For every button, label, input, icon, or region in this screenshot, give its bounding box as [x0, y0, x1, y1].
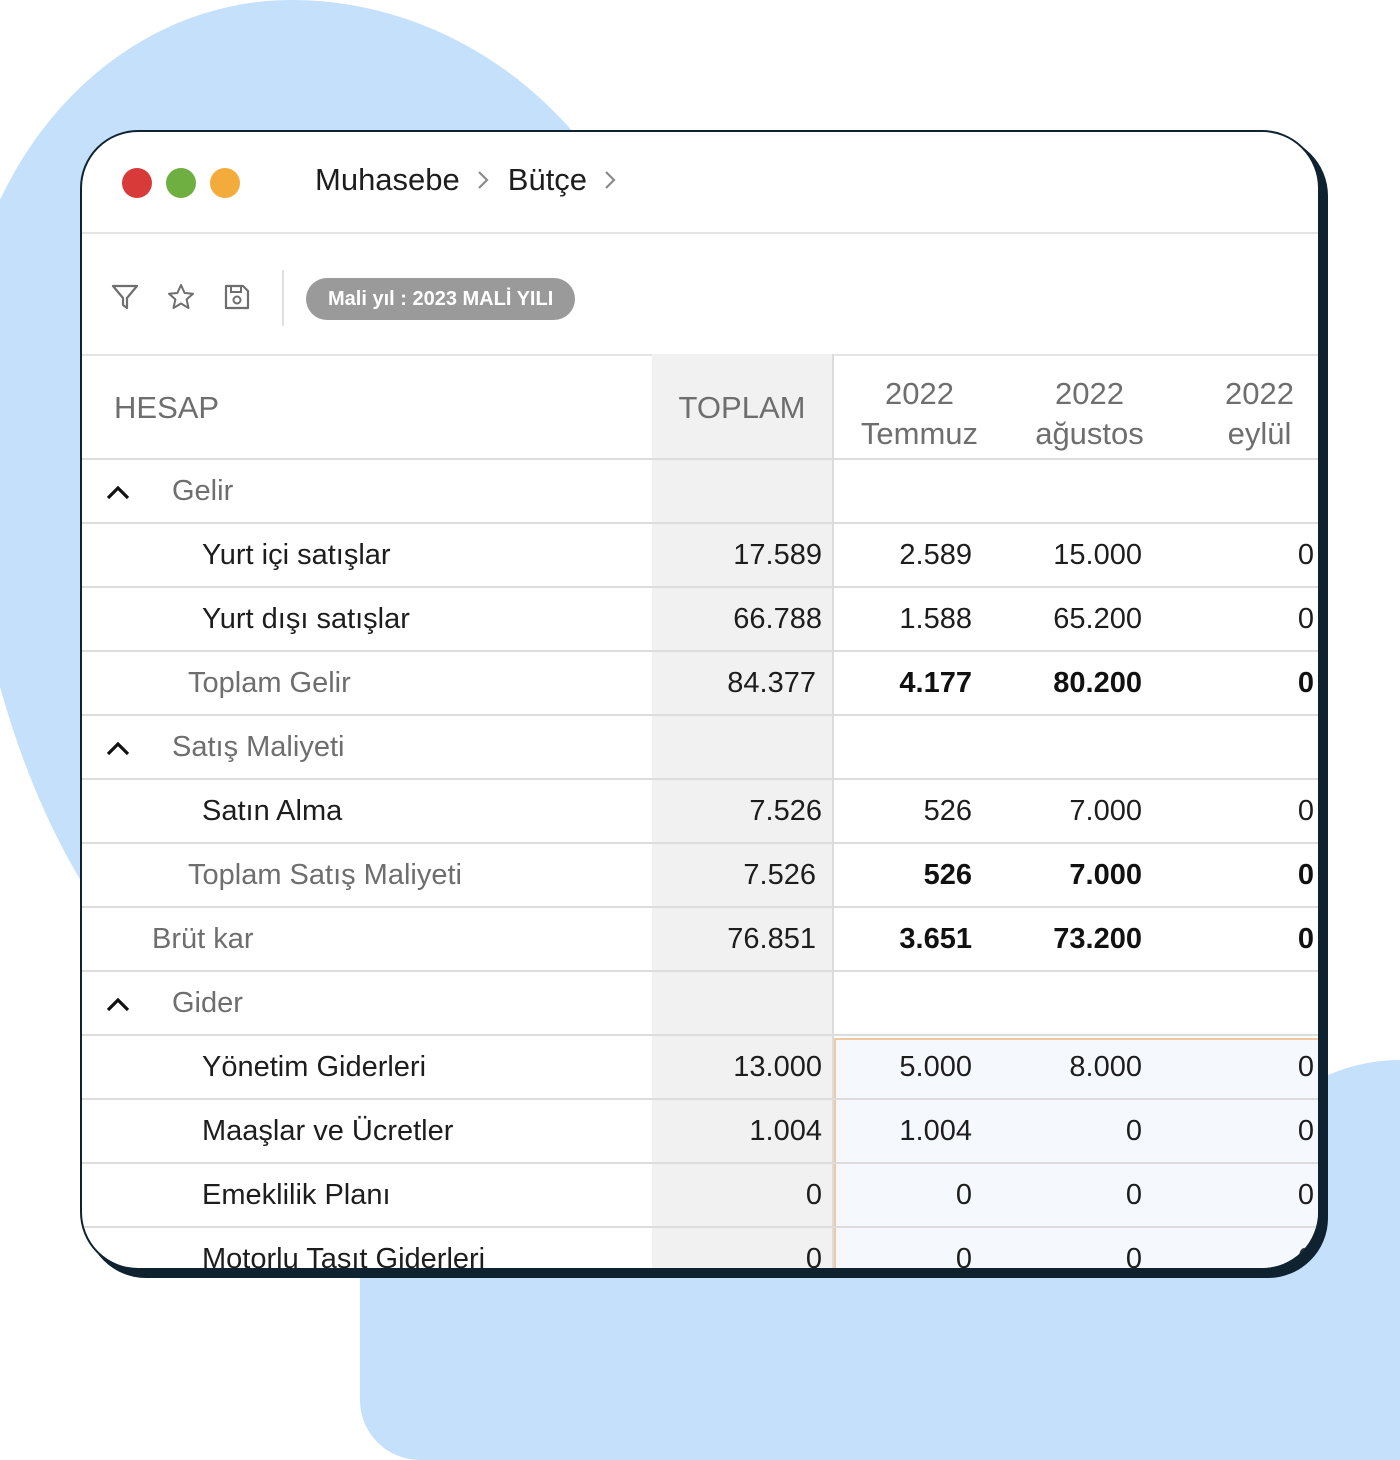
row-label: Gelir [172, 475, 234, 507]
budget-cell[interactable]: 0 [1012, 1114, 1142, 1148]
budget-cell[interactable]: 0 [1182, 1050, 1314, 1084]
budget-cell[interactable]: 0 [1182, 538, 1314, 572]
total-cell: 84.377 [727, 667, 816, 699]
budget-cell[interactable]: 0 [1182, 1242, 1314, 1268]
chevron-up-icon[interactable] [104, 480, 132, 504]
total-cell: 66.788 [733, 603, 822, 635]
total-cell: 0 [805, 1179, 822, 1211]
budget-cell[interactable]: 0 [1182, 1178, 1314, 1212]
column-header-account[interactable]: HESAP [114, 388, 219, 428]
group-row-gider[interactable]: Gider [82, 972, 1318, 1036]
budget-cell[interactable]: 0 [1012, 1178, 1142, 1212]
chevron-up-icon[interactable] [104, 992, 132, 1016]
row-label: Gider [172, 987, 243, 1019]
breadcrumb-item-muhasebe[interactable]: Muhasebe [315, 162, 460, 198]
row-label: Toplam Satış Maliyeti [188, 859, 462, 891]
row-label: Emeklilik Planı [202, 1179, 391, 1211]
toolbar: Mali yıl : 2023 MALİ YILI [82, 234, 1318, 356]
total-cell: 7.526 [749, 795, 822, 827]
toolbar-divider [282, 270, 284, 326]
group-row-satis-maliyeti[interactable]: Satış Maliyeti [82, 716, 1318, 780]
maximize-window-button[interactable] [166, 168, 196, 198]
column-header-month-name: Temmuz [860, 416, 979, 451]
table-row: Maaşlar ve Ücretler 1.004 1.004 0 0 [82, 1100, 1318, 1164]
star-icon[interactable] [166, 282, 196, 312]
row-label: Toplam Gelir [188, 667, 351, 699]
budget-cell[interactable]: 0 [842, 1178, 972, 1212]
gross-profit-row: Brüt kar 76.851 3.651 73.200 0 [82, 908, 1318, 972]
subtotal-cell: 0 [1297, 859, 1314, 891]
row-label: Maaşlar ve Ücretler [202, 1115, 454, 1147]
table-row: Motorlu Taşıt Giderleri 0 0 0 0 [82, 1228, 1318, 1270]
column-header-month-name: eylül [1227, 416, 1292, 451]
table-row: Yurt dışı satışlar 66.788 1.588 65.200 0 [82, 588, 1318, 652]
column-header-month[interactable]: 2022 Temmuz [852, 374, 987, 454]
breadcrumb-item-butce[interactable]: Bütçe [508, 162, 587, 198]
column-header-month[interactable]: 2022 eylül [1192, 374, 1318, 454]
subtotal-cell: 0 [1297, 667, 1314, 699]
total-cell: 7.526 [743, 859, 816, 891]
row-label: Brüt kar [152, 923, 254, 955]
close-window-button[interactable] [122, 168, 152, 198]
row-label: Satış Maliyeti [172, 731, 345, 763]
column-header-month[interactable]: 2022 ağustos [1022, 374, 1157, 454]
table-row: Satın Alma 7.526 526 7.000 0 [82, 780, 1318, 844]
subtotal-cell: 3.651 [899, 923, 972, 955]
row-label: Motorlu Taşıt Giderleri [202, 1243, 486, 1270]
subtotal-cell: 526 [923, 859, 972, 891]
title-bar: Muhasebe Bütçe [82, 132, 1318, 234]
table-row: Yönetim Giderleri 13.000 5.000 8.000 0 [82, 1036, 1318, 1100]
table-header: HESAP TOPLAM 2022 Temmuz 2022 ağustos 20… [82, 354, 1318, 460]
budget-cell[interactable]: 2.589 [842, 538, 972, 572]
subtotal-cell: 4.177 [899, 667, 972, 699]
chevron-right-icon [605, 171, 616, 189]
budget-cell[interactable]: 15.000 [1012, 538, 1142, 572]
budget-cell[interactable]: 526 [842, 794, 972, 828]
breadcrumb: Muhasebe Bütçe [315, 162, 635, 198]
subtotal-row: Toplam Gelir 84.377 4.177 80.200 0 [82, 652, 1318, 716]
chevron-up-icon[interactable] [104, 736, 132, 760]
table-row: Yurt içi satışlar 17.589 2.589 15.000 0 [82, 524, 1318, 588]
total-cell: 17.589 [733, 539, 822, 571]
minimize-window-button[interactable] [210, 168, 240, 198]
budget-cell[interactable]: 8.000 [1012, 1050, 1142, 1084]
row-label: Yurt içi satışlar [202, 539, 391, 571]
total-cell: 0 [805, 1243, 822, 1270]
budget-cell[interactable]: 65.200 [1012, 602, 1142, 636]
total-cell: 76.851 [727, 923, 816, 955]
budget-cell[interactable]: 0 [1182, 1114, 1314, 1148]
subtotal-cell: 0 [1297, 923, 1314, 955]
row-label: Satın Alma [202, 795, 343, 827]
column-header-month-name: ağustos [1035, 416, 1144, 451]
row-label: Yönetim Giderleri [202, 1051, 427, 1083]
subtotal-cell: 80.200 [1053, 667, 1142, 699]
budget-cell[interactable]: 1.004 [842, 1114, 972, 1148]
subtotal-cell: 73.200 [1053, 923, 1142, 955]
app-window: Muhasebe Bütçe Mali yıl : 2023 MALİ YILI… [80, 130, 1320, 1270]
budget-cell[interactable]: 0 [842, 1242, 972, 1268]
subtotal-cell: 7.000 [1069, 859, 1142, 891]
group-row-gelir[interactable]: Gelir [82, 460, 1318, 524]
column-header-year: 2022 [1055, 376, 1124, 411]
column-header-year: 2022 [1225, 376, 1294, 411]
total-cell: 13.000 [733, 1051, 822, 1083]
filter-icon[interactable] [110, 282, 140, 312]
budget-cell[interactable]: 5.000 [842, 1050, 972, 1084]
fiscal-year-filter-chip[interactable]: Mali yıl : 2023 MALİ YILI [306, 278, 576, 320]
chevron-right-icon [478, 171, 489, 189]
budget-cell[interactable]: 0 [1182, 602, 1314, 636]
row-label: Yurt dışı satışlar [202, 603, 410, 635]
column-header-total[interactable]: TOPLAM [652, 388, 832, 428]
budget-cell[interactable]: 0 [1012, 1242, 1142, 1268]
table-row: Emeklilik Planı 0 0 0 0 [82, 1164, 1318, 1228]
subtotal-row: Toplam Satış Maliyeti 7.526 526 7.000 0 [82, 844, 1318, 908]
total-cell: 1.004 [749, 1115, 822, 1147]
budget-cell[interactable]: 7.000 [1012, 794, 1142, 828]
save-icon[interactable] [222, 282, 252, 312]
column-header-year: 2022 [885, 376, 954, 411]
budget-cell[interactable]: 0 [1182, 794, 1314, 828]
budget-cell[interactable]: 1.588 [842, 602, 972, 636]
